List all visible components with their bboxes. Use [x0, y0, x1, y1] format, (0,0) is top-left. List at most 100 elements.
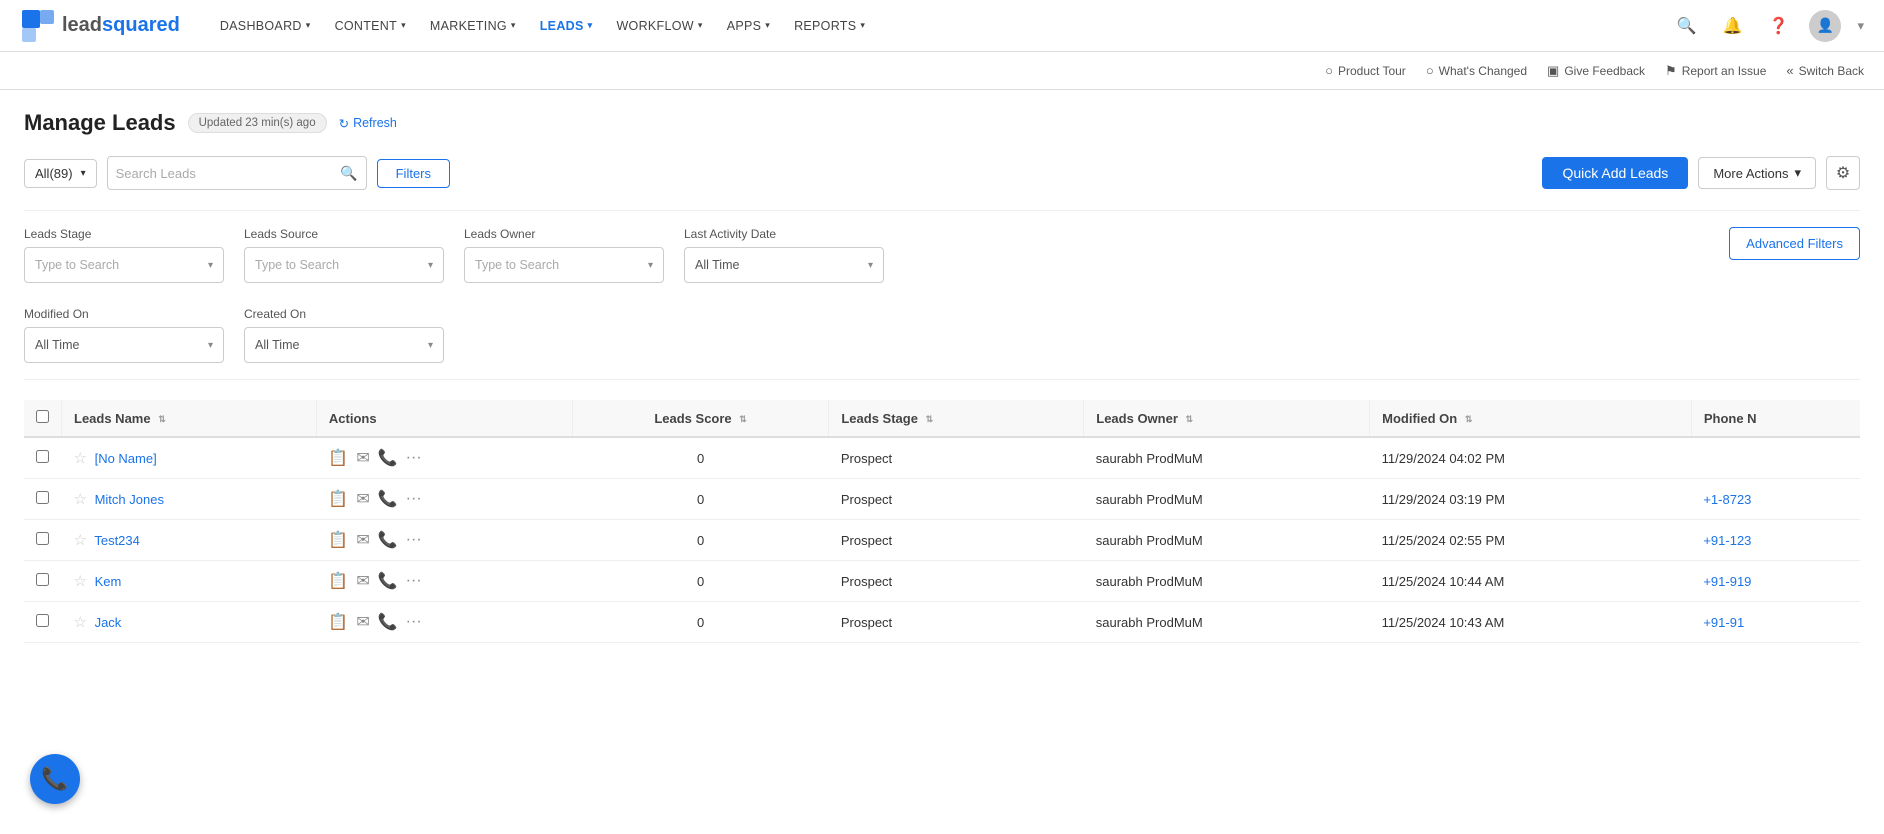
sort-icon[interactable]: ⇅: [926, 414, 934, 425]
row-checkbox[interactable]: [36, 491, 49, 504]
send-email-icon[interactable]: ✉: [356, 571, 369, 591]
logo[interactable]: leadsquared: [20, 8, 180, 44]
filter-created-on: Created On All Time ▾: [244, 307, 444, 363]
call-icon[interactable]: 📞: [378, 530, 398, 550]
help-button[interactable]: ❓: [1763, 11, 1793, 41]
leads-owner-dropdown[interactable]: Type to Search ▾: [464, 247, 664, 283]
leads-stage-dropdown[interactable]: Type to Search ▾: [24, 247, 224, 283]
created-on-dropdown[interactable]: All Time ▾: [244, 327, 444, 363]
sub-nav-switch-back[interactable]: « Switch Back: [1786, 63, 1864, 78]
row-checkbox[interactable]: [36, 532, 49, 545]
more-icon[interactable]: ···: [406, 531, 422, 549]
all-leads-dropdown[interactable]: All(89) ▾: [24, 159, 97, 188]
fab-call-button[interactable]: 📞: [30, 754, 80, 804]
notifications-button[interactable]: 🔔: [1717, 11, 1747, 41]
select-all-checkbox[interactable]: [36, 410, 49, 423]
chevron-down-icon: ▾: [401, 20, 406, 31]
sub-nav-give-feedback[interactable]: ▣ Give Feedback: [1547, 63, 1645, 79]
sub-nav-product-tour[interactable]: ○ Product Tour: [1325, 63, 1406, 78]
sub-nav-report-issue[interactable]: ⚑ Report an Issue: [1665, 63, 1766, 79]
search-leads-input[interactable]: [116, 166, 341, 181]
sub-nav-whats-changed[interactable]: ○ What's Changed: [1426, 63, 1527, 78]
nav-apps[interactable]: APPS ▾: [717, 13, 780, 39]
filters-button[interactable]: Filters: [377, 159, 450, 188]
row-owner-cell: saurabh ProdMuM: [1084, 479, 1370, 520]
row-checkbox[interactable]: [36, 573, 49, 586]
row-actions-cell: 📋 ✉ 📞 ···: [316, 479, 572, 520]
nav-workflow[interactable]: WORKFLOW ▾: [606, 13, 712, 39]
table-col-stage: Leads Stage ⇅: [829, 400, 1084, 437]
lead-name-link[interactable]: Mitch Jones: [95, 492, 164, 507]
add-activity-icon[interactable]: 📋: [328, 489, 348, 509]
last-activity-dropdown[interactable]: All Time ▾: [684, 247, 884, 283]
filter-modified-on: Modified On All Time ▾: [24, 307, 224, 363]
lead-name-link[interactable]: Kem: [95, 574, 122, 589]
sort-icon[interactable]: ⇅: [158, 414, 166, 425]
search-button[interactable]: 🔍: [1671, 11, 1701, 41]
table-row: ☆ Kem 📋 ✉ 📞 ··· 0 Prospect saurabh ProdM…: [24, 561, 1860, 602]
call-icon[interactable]: 📞: [378, 612, 398, 632]
sub-navigation: ○ Product Tour ○ What's Changed ▣ Give F…: [0, 52, 1884, 90]
star-icon[interactable]: ☆: [74, 532, 87, 549]
star-icon[interactable]: ☆: [74, 450, 87, 467]
send-email-icon[interactable]: ✉: [356, 489, 369, 509]
modified-on-dropdown[interactable]: All Time ▾: [24, 327, 224, 363]
leads-source-dropdown[interactable]: Type to Search ▾: [244, 247, 444, 283]
add-activity-icon[interactable]: 📋: [328, 612, 348, 632]
phone-link[interactable]: +91-123: [1703, 533, 1751, 548]
star-icon[interactable]: ☆: [74, 614, 87, 631]
nav-dashboard[interactable]: DASHBOARD ▾: [210, 13, 321, 39]
more-icon[interactable]: ···: [406, 613, 422, 631]
row-name-cell: ☆ Jack: [62, 602, 317, 643]
chevron-down-icon: ▾: [765, 20, 770, 31]
add-activity-icon[interactable]: 📋: [328, 571, 348, 591]
logo-text-lead: lead: [62, 14, 102, 36]
more-icon[interactable]: ···: [406, 572, 422, 590]
row-modified-cell: 11/29/2024 04:02 PM: [1370, 437, 1692, 479]
chevron-down-icon: ▾: [208, 340, 213, 351]
sort-icon[interactable]: ⇅: [739, 414, 747, 425]
lead-name-link[interactable]: Test234: [94, 533, 140, 548]
row-name-cell: ☆ Kem: [62, 561, 317, 602]
send-email-icon[interactable]: ✉: [356, 530, 369, 550]
table-body: ☆ [No Name] 📋 ✉ 📞 ··· 0 Prospect saurabh…: [24, 437, 1860, 643]
row-phone-cell: +91-91: [1691, 602, 1860, 643]
more-icon[interactable]: ···: [406, 449, 422, 467]
call-icon[interactable]: 📞: [378, 489, 398, 509]
phone-icon: 📞: [41, 766, 68, 792]
settings-button[interactable]: ⚙: [1826, 156, 1860, 190]
row-owner-cell: saurabh ProdMuM: [1084, 520, 1370, 561]
chevron-down-icon: ▾: [868, 260, 873, 271]
nav-content[interactable]: CONTENT ▾: [325, 13, 416, 39]
phone-link[interactable]: +91-919: [1703, 574, 1751, 589]
more-actions-button[interactable]: More Actions ▾: [1698, 157, 1816, 189]
nav-reports[interactable]: REPORTS ▾: [784, 13, 875, 39]
call-icon[interactable]: 📞: [378, 448, 398, 468]
star-icon[interactable]: ☆: [74, 491, 87, 508]
phone-link[interactable]: +1-8723: [1703, 492, 1751, 507]
more-icon[interactable]: ···: [406, 490, 422, 508]
refresh-button[interactable]: ↻ Refresh: [339, 116, 397, 131]
nav-marketing[interactable]: MARKETING ▾: [420, 13, 526, 39]
user-avatar[interactable]: 👤: [1809, 10, 1841, 42]
nav-leads[interactable]: LEADS ▾: [530, 13, 603, 39]
row-checkbox[interactable]: [36, 614, 49, 627]
row-checkbox[interactable]: [36, 450, 49, 463]
send-email-icon[interactable]: ✉: [356, 612, 369, 632]
quick-add-leads-button[interactable]: Quick Add Leads: [1542, 157, 1688, 189]
row-checkbox-cell: [24, 602, 62, 643]
search-leads-button[interactable]: 🔍: [340, 165, 357, 182]
add-activity-icon[interactable]: 📋: [328, 448, 348, 468]
star-icon[interactable]: ☆: [74, 573, 87, 590]
call-icon[interactable]: 📞: [378, 571, 398, 591]
send-email-icon[interactable]: ✉: [356, 448, 369, 468]
phone-link[interactable]: +91-91: [1703, 615, 1744, 630]
lead-name-link[interactable]: Jack: [95, 615, 122, 630]
row-modified-cell: 11/25/2024 10:44 AM: [1370, 561, 1692, 602]
add-activity-icon[interactable]: 📋: [328, 530, 348, 550]
lead-name-link[interactable]: [No Name]: [95, 451, 157, 466]
advanced-filters-button[interactable]: Advanced Filters: [1729, 227, 1860, 260]
sort-icon[interactable]: ⇅: [1465, 414, 1473, 425]
row-actions-cell: 📋 ✉ 📞 ···: [316, 602, 572, 643]
sort-icon[interactable]: ⇅: [1186, 414, 1194, 425]
